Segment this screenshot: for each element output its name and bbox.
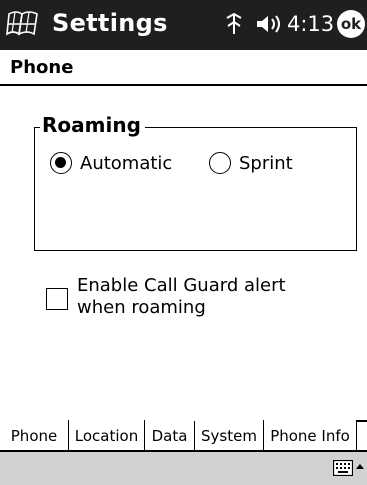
start-flag-icon[interactable] [6, 8, 40, 40]
radio-label: Sprint [239, 152, 293, 174]
window-title: Settings [52, 9, 168, 37]
radio-checked-icon[interactable] [50, 152, 72, 174]
menu-bar [0, 450, 367, 485]
tab-bar: Phone Location Data System Phone Info [0, 420, 367, 452]
roaming-group-title: Roaming [40, 113, 145, 137]
ok-button[interactable]: ok [337, 10, 365, 38]
selected-tab-gap [194, 418, 263, 421]
radio-unchecked-icon[interactable] [209, 152, 231, 174]
tab-phone[interactable]: Phone [0, 420, 68, 452]
tab-location[interactable]: Location [68, 420, 144, 452]
keyboard-icon[interactable] [333, 460, 353, 476]
page-title: Phone [10, 57, 74, 78]
sip-arrow-icon[interactable] [355, 462, 365, 472]
clock-time[interactable]: 4:13 [287, 12, 334, 36]
tab-phone-info[interactable]: Phone Info [263, 420, 357, 452]
radio-label: Automatic [80, 152, 173, 174]
roaming-groupbox [34, 127, 357, 251]
tab-data[interactable]: Data [144, 420, 194, 452]
roaming-sprint-radio[interactable]: Sprint [209, 150, 293, 176]
speaker-icon[interactable] [255, 13, 283, 35]
heading-divider [0, 84, 367, 86]
tab-system[interactable]: System [194, 420, 263, 452]
roaming-automatic-radio[interactable]: Automatic [50, 150, 172, 176]
call-guard-checkbox[interactable] [46, 288, 68, 310]
connectivity-icon[interactable] [224, 12, 244, 36]
title-bar: Settings 4:13 ok [0, 0, 367, 50]
call-guard-label[interactable]: Enable Call Guard alert when roaming [77, 275, 337, 319]
